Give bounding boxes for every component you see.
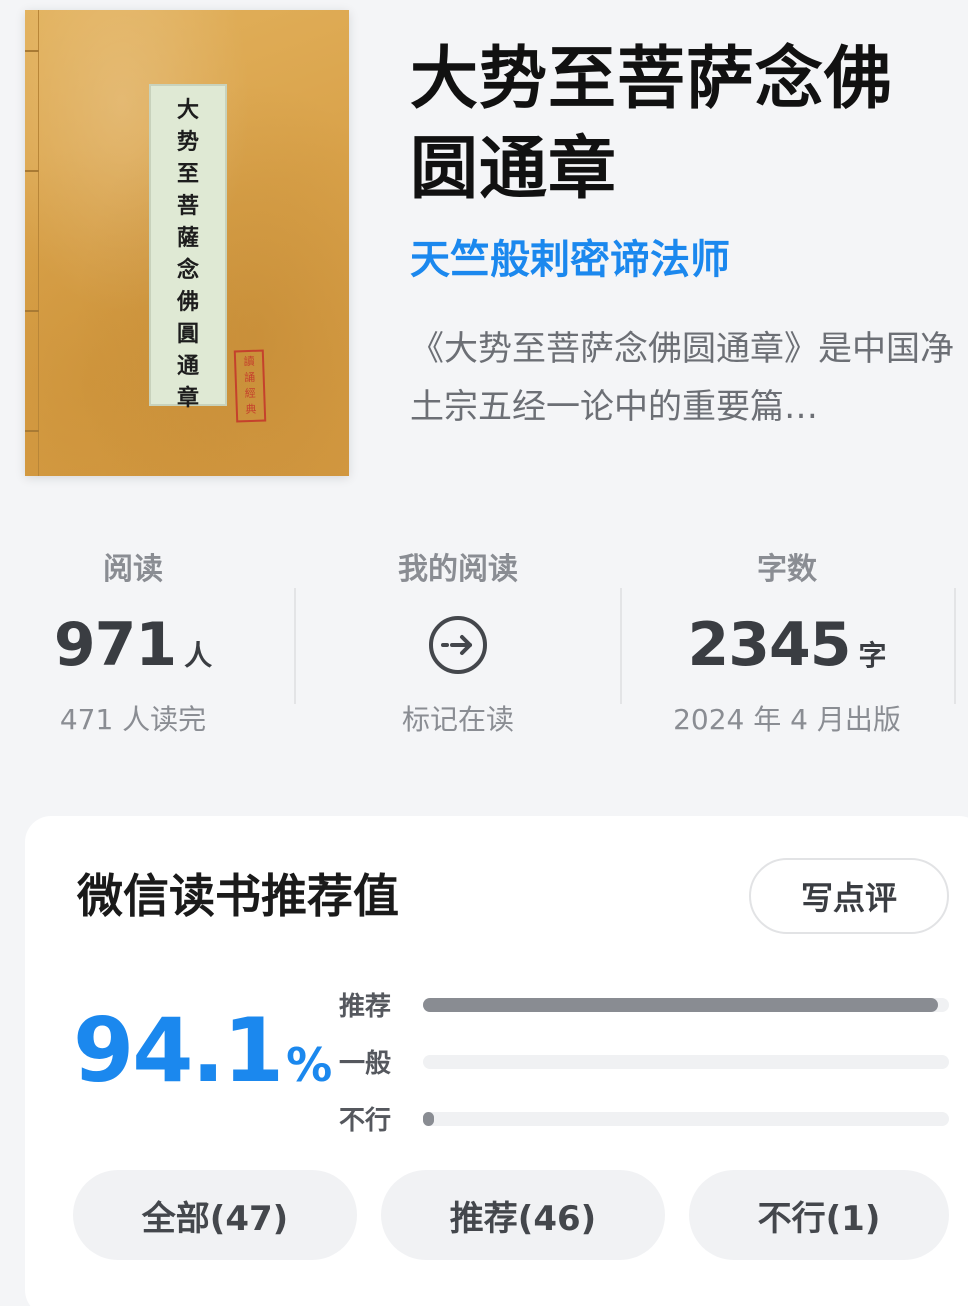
cover-binding	[25, 10, 39, 476]
stat-my-reading-label: 我的阅读	[398, 552, 518, 587]
stat-mark-reading[interactable]: 标记在读	[300, 690, 616, 750]
rating-bar-label: 不行	[339, 1106, 392, 1136]
stat-words-value-wrap: 2345 字	[624, 600, 950, 690]
seal-char: 典	[245, 402, 257, 417]
filter-bad-button[interactable]: 不行(1)	[689, 1170, 949, 1260]
stat-reading-label: 阅读	[103, 552, 163, 587]
cover-title-char: 大	[176, 97, 199, 123]
stat-my-reading[interactable]: 我的阅读 标记在读	[300, 540, 616, 740]
filter-all-button[interactable]: 全部(47)	[73, 1170, 357, 1260]
stat-words-label: 字数	[757, 552, 817, 587]
filter-recommend-button[interactable]: 推荐(46)	[381, 1170, 665, 1260]
book-detail-page: 大 势 至 菩 薩 念 佛 圓 通 章 讀 誦 經 典 大势至菩萨念佛圆通章 天…	[0, 0, 968, 1306]
stat-my-reading-icon-wrap	[300, 600, 616, 690]
stat-divider	[294, 588, 296, 704]
rating-bar-track	[423, 997, 949, 1012]
cover-title-label: 大 势 至 菩 薩 念 佛 圓 通 章	[149, 84, 227, 411]
cover-title-char: 念	[176, 257, 199, 283]
cover-title-char: 势	[176, 129, 199, 155]
stat-divider	[954, 588, 956, 704]
book-author-link[interactable]: 天竺般剌密谛法师	[410, 232, 730, 288]
score-value: 94.1	[73, 999, 284, 1102]
stats-row: 阅读 971 人 471 人读完 我的阅读 标记在读 字数 2345 字 202…	[0, 540, 968, 740]
cover-title-char: 至	[176, 161, 199, 187]
recommendation-title: 微信读书推荐值	[77, 869, 399, 923]
stat-words-count: 2345	[687, 610, 851, 680]
cover-stitch	[25, 170, 39, 172]
stat-reading[interactable]: 阅读 971 人 471 人读完	[0, 540, 266, 740]
rating-bar-fill	[423, 1111, 434, 1126]
book-title: 大势至菩萨念佛圆通章	[410, 39, 894, 209]
cover-title-char: 通	[176, 353, 199, 379]
rating-bar-track	[423, 1054, 949, 1069]
recommendation-card: 微信读书推荐值 写点评 94.1% 推荐 一般 不行 全部(47) 推荐(46)…	[25, 816, 968, 1306]
cover-stitch	[25, 50, 39, 52]
cover-title-char: 佛	[176, 289, 199, 315]
score-unit: %	[286, 1038, 333, 1092]
stat-words: 字数 2345 字 2024 年 4 月出版	[624, 540, 950, 740]
cover-title-char: 薩	[176, 225, 199, 251]
rating-bar-label: 一般	[339, 1049, 392, 1079]
seal-char: 誦	[243, 370, 256, 385]
cover-title-char: 章	[176, 385, 199, 411]
stat-reading-finished: 471 人读完	[59, 703, 207, 736]
write-review-button[interactable]: 写点评	[749, 858, 949, 934]
rating-bars: 推荐 一般 不行	[339, 976, 949, 1147]
cover-stitch	[25, 430, 39, 432]
stat-divider	[620, 588, 622, 704]
rating-bar-row: 不行	[339, 1090, 949, 1147]
cover-title-char: 菩	[176, 193, 199, 219]
cover-stitch	[25, 310, 39, 312]
arrow-right-circle-icon[interactable]	[429, 616, 487, 674]
rating-bar-label: 推荐	[339, 992, 392, 1022]
rating-bar-fill	[423, 997, 939, 1012]
book-cover[interactable]: 大 势 至 菩 薩 念 佛 圓 通 章 讀 誦 經 典	[25, 10, 349, 476]
stat-reading-count: 971	[53, 610, 177, 680]
stat-words-unit: 字	[858, 639, 887, 672]
recommendation-score: 94.1%	[73, 1006, 332, 1121]
arrow-right-icon	[441, 635, 472, 655]
stat-reading-value-wrap: 971 人	[0, 600, 266, 690]
seal-char: 經	[244, 386, 256, 401]
review-filter-tabs: 全部(47) 推荐(46) 不行(1)	[73, 1170, 949, 1260]
cover-seal-stamp: 讀 誦 經 典	[233, 349, 267, 423]
cover-title-char: 圓	[176, 321, 199, 347]
stat-reading-unit: 人	[184, 639, 213, 672]
book-description[interactable]: 《大势至菩萨念佛圆通章》是中国净土宗五经一论中的重要篇…	[410, 320, 956, 440]
rating-bar-row: 推荐	[339, 976, 949, 1033]
rating-bar-track	[423, 1111, 949, 1126]
rating-bar-row: 一般	[339, 1033, 949, 1090]
seal-char: 讀	[243, 354, 255, 369]
stat-publish-date: 2024 年 4 月出版	[673, 703, 901, 736]
